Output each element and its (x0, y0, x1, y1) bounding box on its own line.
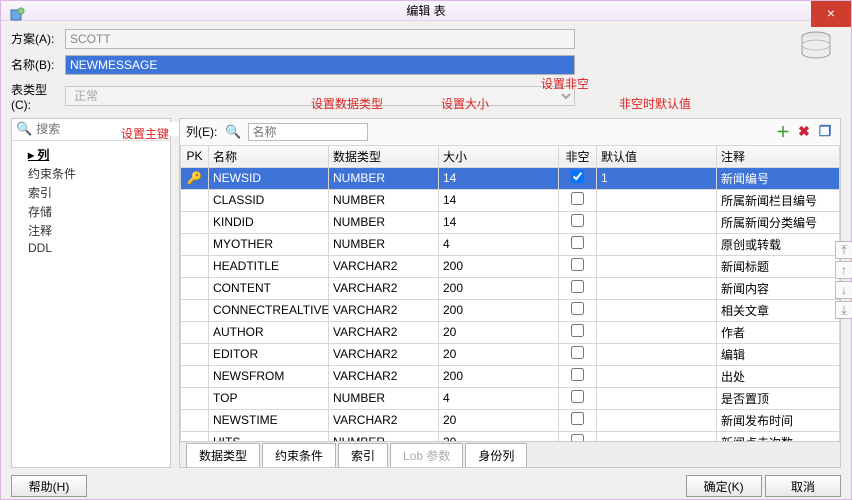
reorder-buttons: ⤒ ↑ ↓ ⤓ (835, 241, 852, 319)
notnull-checkbox[interactable] (571, 214, 584, 227)
detail-tabs: 数据类型约束条件索引Lob 参数身份列 (180, 441, 840, 467)
col-header[interactable]: 大小 (439, 145, 559, 167)
tree-item-1[interactable]: 约束条件 (18, 164, 164, 183)
notnull-checkbox[interactable] (571, 390, 584, 403)
add-column-button[interactable]: ＋ (774, 123, 792, 141)
col-header[interactable]: 非空 (559, 145, 597, 167)
database-icon (799, 31, 833, 68)
notnull-checkbox[interactable] (571, 302, 584, 315)
detail-tab[interactable]: 身份列 (465, 443, 527, 467)
schema-select[interactable] (65, 29, 575, 49)
left-panel: 🔍 ▸ 列约束条件索引存储注释DDL (11, 118, 171, 468)
col-header[interactable]: 数据类型 (329, 145, 439, 167)
table-row[interactable]: CONTENTVARCHAR2200新闻内容 (181, 277, 840, 299)
table-row[interactable]: NEWSFROMVARCHAR2200出处 (181, 365, 840, 387)
right-panel: 列(E): 🔍 ＋ ✖ ❐ PK名称数据类型大小非空默认值注释 🔑NEWSIDN… (179, 118, 841, 468)
table-row[interactable]: 🔑NEWSIDNUMBER141新闻编号 (181, 167, 840, 189)
table-row[interactable]: CONNECTREALTIVEVARCHAR2200相关文章 (181, 299, 840, 321)
col-header[interactable]: 注释 (717, 145, 840, 167)
window-title: 编辑 表 (406, 2, 445, 19)
move-down-button[interactable]: ↓ (835, 281, 852, 299)
table-row[interactable]: EDITORVARCHAR220编辑 (181, 343, 840, 365)
category-tree: ▸ 列约束条件索引存储注释DDL (12, 141, 170, 467)
detail-tab[interactable]: 索引 (338, 443, 388, 467)
search-icon: 🔍 (16, 121, 32, 137)
notnull-checkbox[interactable] (571, 324, 584, 337)
tree-item-3[interactable]: 存储 (18, 202, 164, 221)
notnull-checkbox[interactable] (571, 258, 584, 271)
notnull-checkbox[interactable] (571, 170, 584, 183)
table-row[interactable]: NEWSTIMEVARCHAR220新闻发布时间 (181, 409, 840, 431)
table-row[interactable]: HITSNUMBER20新闻点击次数 (181, 431, 840, 441)
table-row[interactable]: HEADTITLEVARCHAR2200新闻标题 (181, 255, 840, 277)
move-bottom-button[interactable]: ⤓ (835, 301, 852, 319)
col-header[interactable]: 默认值 (597, 145, 717, 167)
detail-tab[interactable]: 数据类型 (186, 443, 260, 467)
columns-label: 列(E): (186, 123, 217, 140)
table-row[interactable]: TOPNUMBER4是否置顶 (181, 387, 840, 409)
table-row[interactable]: AUTHORVARCHAR220作者 (181, 321, 840, 343)
tabletype-label: 表类型(C): (11, 81, 65, 112)
tree-item-5[interactable]: DDL (18, 240, 164, 256)
columns-grid[interactable]: PK名称数据类型大小非空默认值注释 🔑NEWSIDNUMBER141新闻编号CL… (180, 145, 840, 441)
table-row[interactable]: MYOTHERNUMBER4原创或转载 (181, 233, 840, 255)
ok-button[interactable]: 确定(K) (686, 475, 762, 497)
tree-search-input[interactable] (36, 122, 191, 136)
col-header[interactable]: 名称 (209, 145, 329, 167)
column-search-input[interactable] (248, 123, 368, 141)
notnull-checkbox[interactable] (571, 192, 584, 205)
copy-column-button[interactable]: ❐ (816, 123, 834, 141)
col-search-icon: 🔍 (225, 124, 241, 140)
tabletype-select[interactable]: 正常 (65, 86, 575, 106)
titlebar: 编辑 表 × (1, 1, 851, 21)
detail-tab[interactable]: 约束条件 (262, 443, 336, 467)
col-header[interactable]: PK (181, 145, 209, 167)
move-up-button[interactable]: ↑ (835, 261, 852, 279)
table-row[interactable]: CLASSIDNUMBER14所属新闻栏目编号 (181, 189, 840, 211)
delete-column-button[interactable]: ✖ (795, 123, 813, 141)
tree-item-2[interactable]: 索引 (18, 183, 164, 202)
tree-item-0[interactable]: ▸ 列 (18, 145, 164, 164)
table-row[interactable]: KINDIDNUMBER14所属新闻分类编号 (181, 211, 840, 233)
notnull-checkbox[interactable] (571, 236, 584, 249)
notnull-checkbox[interactable] (571, 280, 584, 293)
notnull-checkbox[interactable] (571, 368, 584, 381)
notnull-checkbox[interactable] (571, 346, 584, 359)
name-input[interactable] (65, 55, 575, 75)
schema-label: 方案(A): (11, 30, 65, 47)
notnull-checkbox[interactable] (571, 412, 584, 425)
move-top-button[interactable]: ⤒ (835, 241, 852, 259)
detail-tab: Lob 参数 (390, 443, 463, 467)
tree-item-4[interactable]: 注释 (18, 221, 164, 240)
name-label: 名称(B): (11, 56, 65, 73)
help-button[interactable]: 帮助(H) (11, 475, 87, 497)
cancel-button[interactable]: 取消 (765, 475, 841, 497)
